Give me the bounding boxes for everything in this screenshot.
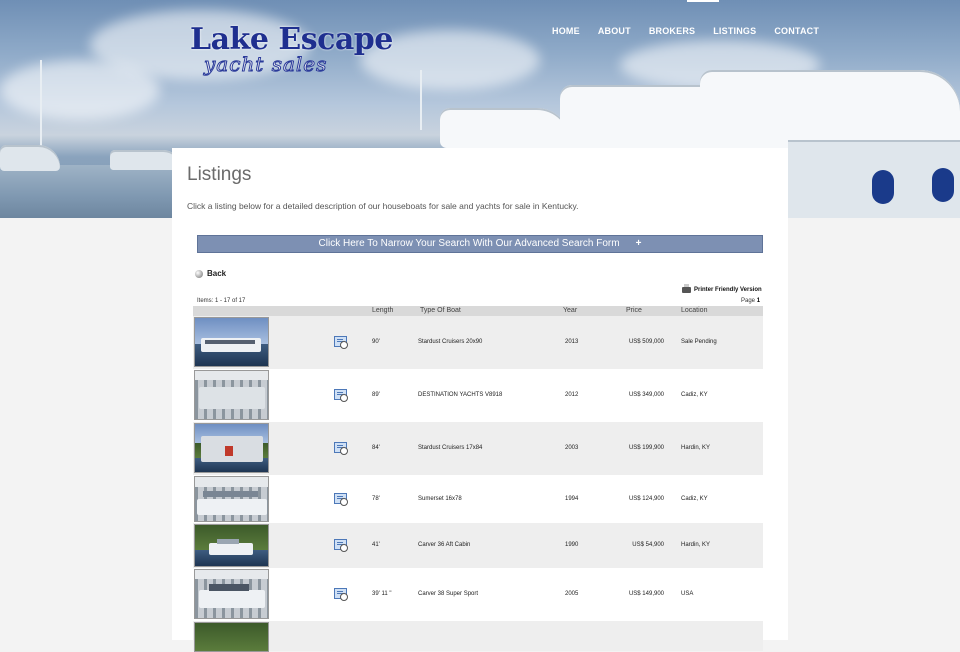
table-row[interactable]: 41' Carver 36 Aft Cabin 1990 US$ 54,900 … [193,523,763,568]
marina-boat [0,145,60,171]
listings-table: Length Type Of Boat Year Price Location … [193,306,763,652]
listing-thumbnail[interactable] [194,524,269,567]
cell-location: USA [681,591,694,597]
advanced-search-button[interactable]: Click Here To Narrow Your Search With Ou… [197,235,763,253]
site-logo[interactable]: Lake Escape yacht sales [190,22,393,82]
column-header-length[interactable]: Length [372,307,393,314]
view-details-icon[interactable] [334,493,348,506]
page-indicator: Page 1 [741,298,760,304]
nav-listings[interactable]: LISTINGS [704,26,765,36]
cell-length: 41' [372,542,380,548]
column-header-price[interactable]: Price [626,307,642,314]
cell-location: Cadiz, KY [681,496,708,502]
sailboat-mast [420,70,422,130]
cell-year: 2012 [565,392,579,398]
back-label: Back [207,269,227,278]
main-nav: HOME ABOUT BROKERS LISTINGS CONTACT [552,26,828,36]
cell-year: 2003 [565,445,579,451]
table-row[interactable]: 90' Stardust Cruisers 20x90 2013 US$ 509… [193,316,763,369]
page-title: Listings [187,164,252,185]
cell-type[interactable]: Carver 38 Super Sport [418,591,478,597]
page-number[interactable]: 1 [757,298,760,304]
view-details-icon[interactable] [334,389,348,402]
column-header-type[interactable]: Type Of Boat [420,307,461,314]
listing-thumbnail[interactable] [194,569,269,619]
column-header-location[interactable]: Location [681,307,707,314]
cell-type[interactable]: Stardust Cruisers 20x90 [418,339,482,345]
cell-year: 2005 [565,591,579,597]
marina-boat [110,150,180,170]
cell-type[interactable]: DESTINATION YACHTS V8918 [418,392,502,398]
cell-length: 90' [372,339,380,345]
cell-price: US$ 149,900 [628,591,664,597]
printer-friendly-link[interactable]: Printer Friendly Version [682,284,762,293]
table-row[interactable]: 89' DESTINATION YACHTS V8918 2012 US$ 34… [193,369,763,422]
view-details-icon[interactable] [334,442,348,455]
boat-fender [932,168,954,202]
items-count: Items: 1 - 17 of 17 [197,298,246,304]
cell-price: US$ 124,900 [628,496,664,502]
cell-location: Sale Pending [681,339,717,345]
view-details-icon[interactable] [334,588,348,601]
marina-boat [440,108,570,148]
nav-contact[interactable]: CONTACT [765,26,828,36]
boat-fender [872,170,894,204]
view-details-icon[interactable] [334,539,348,552]
cloud [0,60,160,120]
cell-location: Cadiz, KY [681,392,708,398]
table-row[interactable] [193,621,763,652]
cell-length: 84' [372,445,380,451]
cell-location: Hardin, KY [681,542,711,548]
listing-thumbnail[interactable] [194,317,269,367]
cell-price: US$ 199,900 [628,445,664,451]
cell-price: US$ 349,000 [628,392,664,398]
cell-type[interactable]: Sumerset 16x78 [418,496,462,502]
cell-year: 1994 [565,496,579,502]
page-label: Page [741,298,756,304]
nav-about[interactable]: ABOUT [589,26,640,36]
printer-icon [682,284,691,293]
cell-length: 89' [372,392,380,398]
cell-location: Hardin, KY [681,445,711,451]
table-row[interactable]: 84' Stardust Cruisers 17x84 2003 US$ 199… [193,422,763,475]
printer-friendly-label: Printer Friendly Version [694,287,762,293]
view-details-icon[interactable] [334,336,348,349]
cell-type[interactable]: Stardust Cruisers 17x84 [418,445,482,451]
plus-icon: + [635,238,642,249]
table-row[interactable]: 39' 11 " Carver 38 Super Sport 2005 US$ … [193,568,763,621]
cell-length: 78' [372,496,380,502]
logo-sub-text: yacht sales [203,52,328,77]
cell-year: 1990 [565,542,579,548]
advanced-search-label: Click Here To Narrow Your Search With Ou… [318,238,620,249]
nav-home[interactable]: HOME [552,26,589,36]
listing-thumbnail[interactable] [194,622,269,652]
column-header-year[interactable]: Year [563,307,577,314]
cell-length: 39' 11 " [372,591,392,597]
cell-year: 2013 [565,339,579,345]
table-row[interactable]: 78' Sumerset 16x78 1994 US$ 124,900 Cadi… [193,475,763,523]
listing-thumbnail[interactable] [194,370,269,420]
cell-type[interactable]: Carver 36 Aft Cabin [418,542,470,548]
cell-price: US$ 54,900 [632,542,664,548]
intro-text: Click a listing below for a detailed des… [187,201,579,211]
table-header: Length Type Of Boat Year Price Location [193,306,763,316]
active-nav-indicator [687,0,719,2]
listing-thumbnail[interactable] [194,423,269,473]
back-bullet-icon [195,269,203,278]
back-link[interactable]: Back [195,269,226,278]
nav-brokers[interactable]: BROKERS [640,26,704,36]
content-panel: Listings Click a listing below for a det… [172,148,788,652]
cell-price: US$ 509,000 [628,339,664,345]
listing-thumbnail[interactable] [194,476,269,522]
